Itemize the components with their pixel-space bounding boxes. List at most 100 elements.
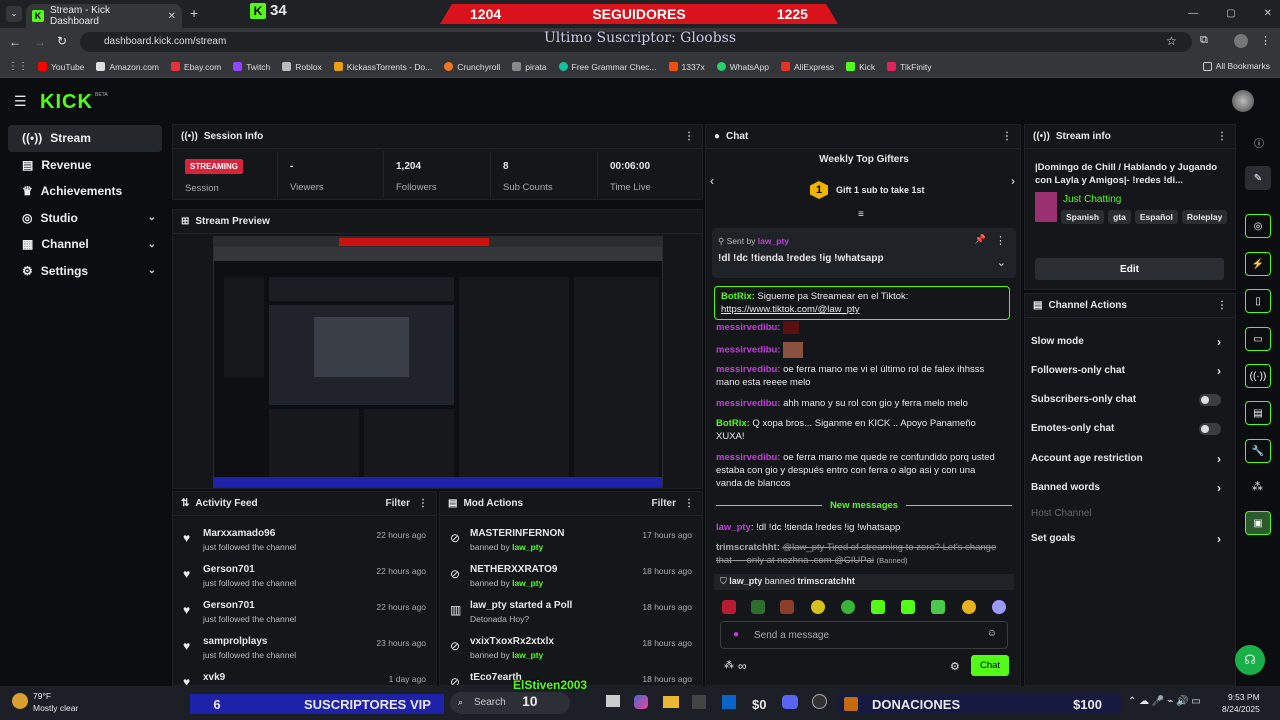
subscribers-only-toggle[interactable] — [1199, 393, 1221, 406]
chat-message[interactable]: messirvedibu: oe ferra mano me quede re … — [716, 451, 1002, 490]
emote-4[interactable] — [811, 600, 825, 614]
extensions-icon[interactable]: ⧉ — [1200, 34, 1208, 47]
list-item[interactable]: ⊘ vxixTxoxRx2xtxlx banned by law_pty 18 hou… — [440, 630, 702, 666]
list-item[interactable]: ♥ Gerson701 just followed the channel 22 ho… — [173, 594, 436, 630]
chat-message[interactable]: BotRix: Q xopa bros... Siganme en KICK .… — [716, 417, 1002, 443]
action-account-age[interactable]: Account age restriction › — [1031, 444, 1227, 473]
bookmark-kick[interactable]: Kick — [846, 62, 875, 72]
new-messages-divider[interactable]: New messages — [716, 500, 1012, 511]
obs-icon[interactable] — [812, 694, 827, 709]
action-emotes-only[interactable]: Emotes-only chat — [1031, 414, 1227, 443]
tag-espanol[interactable]: Español — [1134, 210, 1178, 224]
minimize-icon[interactable]: — — [1188, 8, 1198, 19]
emote-10[interactable] — [992, 600, 1006, 614]
kick-logo[interactable]: KICK — [40, 91, 93, 114]
tag-spanish[interactable]: Spanish — [1061, 210, 1105, 224]
more-options-icon[interactable]: ⋮ — [418, 498, 428, 509]
quick-action-image-icon[interactable]: ▣ — [1245, 511, 1271, 535]
copilot-icon[interactable] — [634, 695, 648, 709]
action-followers-only[interactable]: Followers-only chat › — [1031, 356, 1227, 385]
emote-5[interactable] — [841, 600, 855, 614]
close-window-icon[interactable]: ✕ — [1264, 8, 1272, 19]
points-icon[interactable]: ⁂ — [1252, 480, 1263, 493]
more-options-icon[interactable]: ⋮ — [1002, 131, 1012, 142]
bookmark-ebay[interactable]: Ebay.com — [171, 62, 221, 72]
stream-preview-video[interactable] — [213, 236, 663, 488]
emote-6[interactable] — [871, 600, 885, 614]
bookmark-pirata[interactable]: pirata — [512, 62, 547, 72]
reload-icon[interactable]: ↻ — [57, 34, 67, 48]
category-name[interactable]: Just Chatting — [1063, 194, 1121, 205]
bookmark-twitch[interactable]: Twitch — [233, 62, 270, 72]
chat-message[interactable]: messirvedibu: ahh mano y su rol con gio … — [716, 397, 1002, 410]
bookmark-grammar[interactable]: Free Grammar Chec... — [558, 62, 657, 72]
chat-input[interactable]: ● Send a message ☺ — [720, 621, 1008, 649]
emotes-only-toggle[interactable] — [1199, 422, 1221, 435]
new-tab-button[interactable]: + — [190, 5, 198, 21]
bookmark-star-icon[interactable]: ☆ — [1166, 34, 1177, 48]
emote-1[interactable] — [722, 600, 736, 614]
chat-message[interactable]: trimscratchht: @law_pty Tired of streami… — [716, 541, 1002, 567]
collapse-icon[interactable]: ≡ — [858, 209, 864, 220]
discord-icon[interactable] — [782, 695, 798, 709]
list-item[interactable]: ♥ Marxxamado96 just followed the channel 22… — [173, 522, 436, 558]
emote-3[interactable] — [780, 600, 794, 614]
profile-avatar[interactable] — [1234, 34, 1248, 48]
weather-icon[interactable] — [12, 693, 28, 709]
quick-action-doc-icon[interactable]: ▯ — [1245, 289, 1271, 313]
chevron-down-icon[interactable]: ⌄ — [997, 256, 1006, 269]
chat-message[interactable]: law_pty: !dl !dc !tienda !redes !ig !wha… — [716, 521, 1002, 534]
outlook-icon[interactable] — [722, 695, 736, 709]
bookmark-kickass[interactable]: KickassTorrents - Do... — [333, 62, 432, 72]
list-item[interactable]: ⊘ NETHERXXRATO9 banned by law_pty 18 hours … — [440, 558, 702, 594]
list-item[interactable]: ♥ samprolplays just followed the channel 23… — [173, 630, 436, 666]
apps-grid-icon[interactable]: ⋮⋮ — [8, 61, 28, 72]
bookmark-1337x[interactable]: 1337x — [668, 62, 705, 72]
search-box[interactable]: Search — [450, 692, 570, 714]
tray-icons[interactable]: ⌃ ☁ 🎤 ⌁ 🔊 ▭ — [1128, 696, 1201, 707]
chat-settings-icon[interactable]: ⚙ — [950, 660, 960, 673]
emoji-icon[interactable]: ☺ — [987, 628, 997, 639]
sidebar-item-settings[interactable]: ⚙ Settings ⌄ — [8, 258, 162, 285]
bookmark-aliexpress[interactable]: AliExpress — [780, 62, 834, 72]
send-chat-button[interactable]: Chat — [971, 655, 1009, 676]
chat-message[interactable]: messirvedibu: — [716, 321, 1002, 334]
hamburger-menu-icon[interactable]: ☰ — [14, 93, 27, 110]
more-options-icon[interactable]: ⋮ — [1217, 131, 1227, 142]
all-bookmarks[interactable]: All Bookmarks — [1202, 61, 1270, 71]
browser-tab[interactable]: K Stream - Kick Dashboard ✕ — [26, 4, 182, 28]
edit-button[interactable]: Edit — [1035, 258, 1224, 280]
more-options-icon[interactable]: ⋮ — [684, 498, 694, 509]
action-slow-mode[interactable]: Slow mode › — [1031, 327, 1227, 356]
quick-action-chat-icon[interactable]: ▭ — [1245, 327, 1271, 351]
action-banned-words[interactable]: Banned words › — [1031, 473, 1227, 502]
chat-message[interactable]: messirvedibu: — [716, 342, 1002, 358]
tab-search-button[interactable]: ⌄ — [6, 6, 22, 22]
task-view-icon[interactable] — [606, 695, 620, 707]
emote-9[interactable] — [962, 600, 976, 614]
bookmark-amazon[interactable]: Amazon.com — [96, 62, 159, 72]
list-item[interactable]: ▥ law_pty started a Poll Detonada Hoy? 18 h… — [440, 594, 702, 630]
chevron-right-icon[interactable]: › — [1011, 174, 1015, 188]
list-item[interactable]: ♥ Gerson701 just followed the channel 22 ho… — [173, 558, 436, 594]
support-button[interactable]: ☊ — [1235, 645, 1265, 675]
sidebar-item-channel[interactable]: ▦ Channel ⌄ — [8, 231, 162, 258]
emote-7[interactable] — [901, 600, 915, 614]
quick-action-broadcast-icon[interactable]: ((·)) — [1245, 364, 1271, 388]
filter-button[interactable]: Filter — [652, 498, 676, 509]
chat-message[interactable]: BotRix: Sigueme pa Streamear en el Tikto… — [714, 286, 1010, 320]
emote-8[interactable] — [931, 600, 945, 614]
tag-roleplay[interactable]: Roleplay — [1181, 210, 1228, 224]
quick-action-wrench-icon[interactable]: 🔧 — [1245, 439, 1271, 463]
unpin-icon[interactable]: 📌 — [975, 234, 986, 245]
bookmark-roblox[interactable]: Roblox — [282, 62, 322, 72]
sidebar-item-revenue[interactable]: ▤ Revenue — [8, 152, 162, 179]
bookmark-whatsapp[interactable]: WhatsApp — [716, 62, 769, 72]
sidebar-item-achievements[interactable]: ♛ Achievements — [8, 178, 162, 205]
close-tab-icon[interactable]: ✕ — [168, 11, 176, 22]
app-icon[interactable] — [692, 695, 706, 709]
file-explorer-icon[interactable] — [663, 696, 679, 708]
browser-menu-icon[interactable]: ⋮ — [1260, 34, 1271, 47]
chat-message[interactable]: messirvedibu: oe ferra mano me vi el últ… — [716, 363, 1002, 389]
quick-action-flash-icon[interactable]: ⚡ — [1245, 252, 1271, 276]
